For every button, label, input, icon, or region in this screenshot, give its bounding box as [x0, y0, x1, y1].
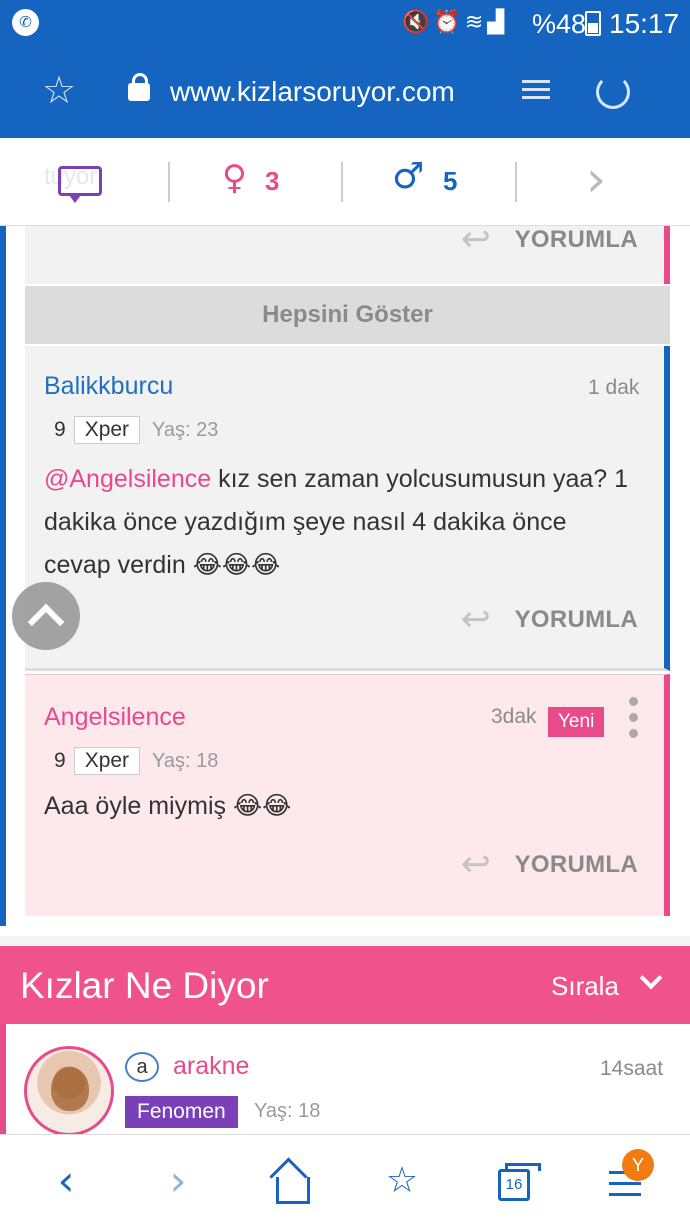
browser-url-bar: ☆ www.kizlarsoruyor.com: [0, 48, 690, 138]
comment-thread: ↩ YORUMLA Hepsini Göster Balikkburcu 1 d…: [0, 219, 690, 936]
reply-label: YORUMLA: [514, 606, 638, 633]
answer-item: a arakne 14saat Fenomen Yaş: 18: [0, 1024, 690, 1136]
user-badges: 9 Xper Yaş: 18: [44, 747, 218, 775]
reply-button[interactable]: ↩ YORUMLA: [460, 599, 638, 640]
comment-card: Balikkburcu 1 dak 9 Xper Yaş: 23 @Angels…: [25, 346, 670, 671]
reply-arrow-icon: ↩: [460, 599, 491, 640]
tabs-count: 16: [498, 1163, 541, 1201]
brand-icon: a: [125, 1052, 159, 1082]
answer-author[interactable]: arakne: [173, 1052, 249, 1081]
section-header: Kızlar Ne Diyor Sırala: [0, 946, 690, 1024]
forward-icon[interactable]: ›: [150, 1155, 206, 1211]
divider: [515, 162, 517, 202]
status-time: 15:17: [609, 8, 680, 39]
female-icon[interactable]: ♀: [222, 158, 247, 198]
user-age: Yaş: 18: [152, 749, 219, 772]
comment-body: Aaa öyle miymiş 😂😂: [44, 792, 292, 820]
system-icons: 🔇⏰≋▟: [402, 10, 508, 35]
male-count[interactable]: 5: [443, 166, 457, 197]
mute-icon: 🔇: [402, 10, 434, 35]
profile-badge: Y: [622, 1149, 654, 1181]
reply-arrow-icon: ↩: [460, 219, 491, 260]
user-level: 9: [54, 418, 66, 441]
comment-author[interactable]: Balikkburcu: [44, 372, 173, 401]
male-icon[interactable]: ♂: [392, 156, 424, 197]
reader-mode-icon[interactable]: [522, 80, 550, 106]
battery-icon: [585, 11, 601, 36]
battery-percentage: %48: [532, 9, 587, 39]
more-options-icon[interactable]: [629, 697, 639, 745]
home-icon[interactable]: [262, 1155, 318, 1211]
alarm-icon: ⏰: [433, 10, 465, 35]
xper-badge: Xper: [73, 416, 141, 444]
refresh-icon[interactable]: [596, 75, 630, 109]
thread-rule: [0, 226, 6, 926]
sort-button[interactable]: Sırala: [551, 971, 619, 1002]
tabs-icon[interactable]: 16: [486, 1155, 542, 1211]
user-age: Yaş: 23: [152, 418, 219, 441]
reply-label: YORUMLA: [514, 851, 638, 878]
call-icon: ✆: [12, 9, 39, 36]
mention-link[interactable]: @Angelsilence: [44, 465, 211, 493]
question-stats-bar: tuyor. ♀ 3 ♂ 5 ›: [0, 138, 690, 226]
reply-button[interactable]: ↩ YORUMLA: [460, 844, 638, 885]
section-title: Kızlar Ne Diyor: [20, 965, 269, 1006]
lock-icon[interactable]: [128, 73, 150, 101]
answer-rule: [0, 1024, 6, 1134]
bookmarks-icon[interactable]: ☆: [374, 1155, 430, 1211]
comment-time: 1 dak: [588, 376, 640, 399]
comment-time: 3dak: [491, 705, 537, 728]
female-count[interactable]: 3: [265, 166, 279, 197]
reply-button[interactable]: ↩ YORUMLA: [460, 219, 638, 260]
browser-bottom-nav: ‹ › ☆ 16 Y: [0, 1134, 690, 1227]
signal-icon: ▟: [487, 10, 509, 35]
show-all-button[interactable]: Hepsini Göster: [25, 286, 670, 344]
wifi-icon: ≋: [464, 10, 488, 35]
chevron-right-icon[interactable]: ›: [586, 150, 606, 208]
comments-icon[interactable]: [58, 166, 102, 203]
comment-body: @Angelsilence kız sen zaman yolcusumusun…: [44, 458, 634, 587]
divider: [168, 162, 170, 202]
xper-badge: Xper: [73, 747, 141, 775]
rank-badge: Fenomen: [125, 1096, 238, 1128]
back-icon[interactable]: ‹: [38, 1155, 94, 1211]
avatar[interactable]: [24, 1046, 114, 1136]
user-level: 9: [54, 749, 66, 772]
previous-comment: ↩ YORUMLA: [25, 219, 670, 284]
reply-label: YORUMLA: [514, 226, 638, 253]
divider: [341, 162, 343, 202]
new-badge: Yeni: [548, 707, 605, 737]
url-field[interactable]: www.kizlarsoruyor.com: [170, 76, 455, 108]
answer-time: 14saat: [600, 1057, 664, 1080]
status-bar: ✆ 🔇⏰≋▟ %48 15:17: [0, 0, 690, 48]
comment-card: Angelsilence 3dak Yeni 9 Xper Yaş: 18 Aa…: [25, 674, 670, 916]
bookmark-star-icon[interactable]: ☆: [42, 68, 76, 112]
user-age: Yaş: 18: [254, 1100, 321, 1122]
reply-arrow-icon: ↩: [460, 844, 491, 885]
user-badges: 9 Xper Yaş: 23: [44, 416, 218, 444]
scroll-to-top-button[interactable]: [12, 582, 80, 650]
comment-author[interactable]: Angelsilence: [44, 703, 186, 732]
chevron-down-icon[interactable]: [639, 966, 663, 990]
